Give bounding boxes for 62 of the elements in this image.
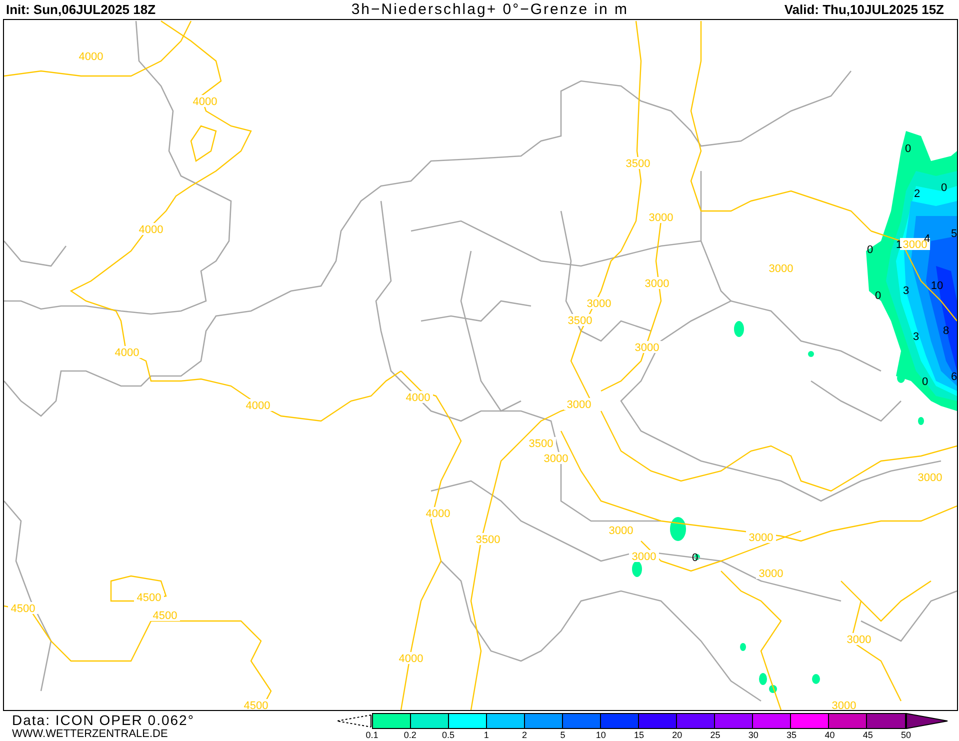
- contour-label: 4000: [398, 653, 424, 665]
- scale-tick-label: 10: [596, 730, 606, 740]
- scale-tick-label: 40: [824, 730, 835, 740]
- contour-label: 4000: [426, 508, 450, 520]
- precipitation-label: 5: [950, 228, 957, 240]
- contour-label: 3000: [608, 525, 634, 537]
- contour-label: 4000: [114, 347, 140, 359]
- valid-time-label: Valid: Thu,10JUL2025 15Z: [784, 2, 944, 17]
- contour-label: 3000: [768, 263, 794, 275]
- precipitation-label: 2: [914, 188, 920, 200]
- chart-title: 3h−Niederschlag+ 0°−Grenze in m: [351, 1, 629, 18]
- contour-label: 4000: [246, 400, 270, 412]
- precipitation-label: 0: [922, 376, 928, 388]
- website-label: WWW.WETTERZENTRALE.DE: [12, 728, 169, 741]
- contour-label: 4500: [152, 610, 178, 622]
- contour-label: 4500: [136, 592, 162, 604]
- precipitation-label: 8: [942, 325, 950, 337]
- contour-label: 3500: [476, 534, 500, 546]
- precipitation-label: 0: [904, 143, 912, 155]
- scale-tick-label: 50: [901, 730, 911, 740]
- scale-tick-label: 20: [672, 730, 682, 740]
- contour-label: 4500: [10, 603, 36, 615]
- contour-label: 3000: [648, 212, 674, 224]
- precipitation-label: 0: [940, 182, 948, 194]
- init-time-label: Init: Sun,06JUL2025 18Z: [6, 2, 156, 17]
- scale-tick-label: 30: [748, 730, 758, 740]
- precipitation-label: 3: [902, 285, 910, 297]
- scale-tick-label: 45: [862, 730, 873, 740]
- scale-tick-label: 0.5: [442, 730, 455, 740]
- scale-tick-label: 0.1: [366, 730, 378, 740]
- contour-label: 3000: [918, 472, 942, 484]
- contour-label: 3000: [544, 453, 568, 465]
- scale-tick-label: 5: [560, 730, 566, 740]
- scale-tick-label: 25: [710, 730, 720, 740]
- scale-tick-label: 1: [484, 730, 489, 740]
- contour-label: 3500: [528, 438, 554, 450]
- contour-label: 4500: [244, 700, 268, 710]
- scale-tick-label: 2: [522, 730, 528, 740]
- scale-tick-label: 15: [634, 730, 644, 740]
- precipitation-label: 0: [874, 290, 882, 302]
- contour-label: 4000: [78, 51, 104, 63]
- contour-label: 3000: [566, 399, 592, 411]
- scale-tick-label: 35: [786, 730, 797, 740]
- contour-label: 3000: [634, 342, 660, 354]
- contour-label: 4000: [406, 392, 430, 404]
- contour-label: 3000: [902, 239, 928, 251]
- precipitation-label: 6: [950, 371, 957, 383]
- contour-label: 4000: [192, 96, 218, 108]
- contour-label: 3000: [832, 700, 856, 710]
- contour-label: 4000: [138, 224, 164, 236]
- contour-label: 3000: [846, 634, 872, 646]
- precipitation-label: 10: [930, 280, 944, 292]
- contour-label: 3000: [758, 568, 784, 580]
- contour-label: 3000: [748, 532, 774, 544]
- contour-label: 3000: [586, 298, 612, 310]
- contour-label: 3000: [632, 551, 656, 563]
- contour-label: 3500: [626, 158, 650, 170]
- scale-tick-label: 0.2: [404, 730, 416, 740]
- contour-label: 3000: [644, 278, 670, 290]
- data-source-label: Data: ICON OPER 0.062°: [12, 712, 196, 728]
- precipitation-label: 3: [912, 331, 920, 343]
- contour-label: 3500: [568, 315, 592, 327]
